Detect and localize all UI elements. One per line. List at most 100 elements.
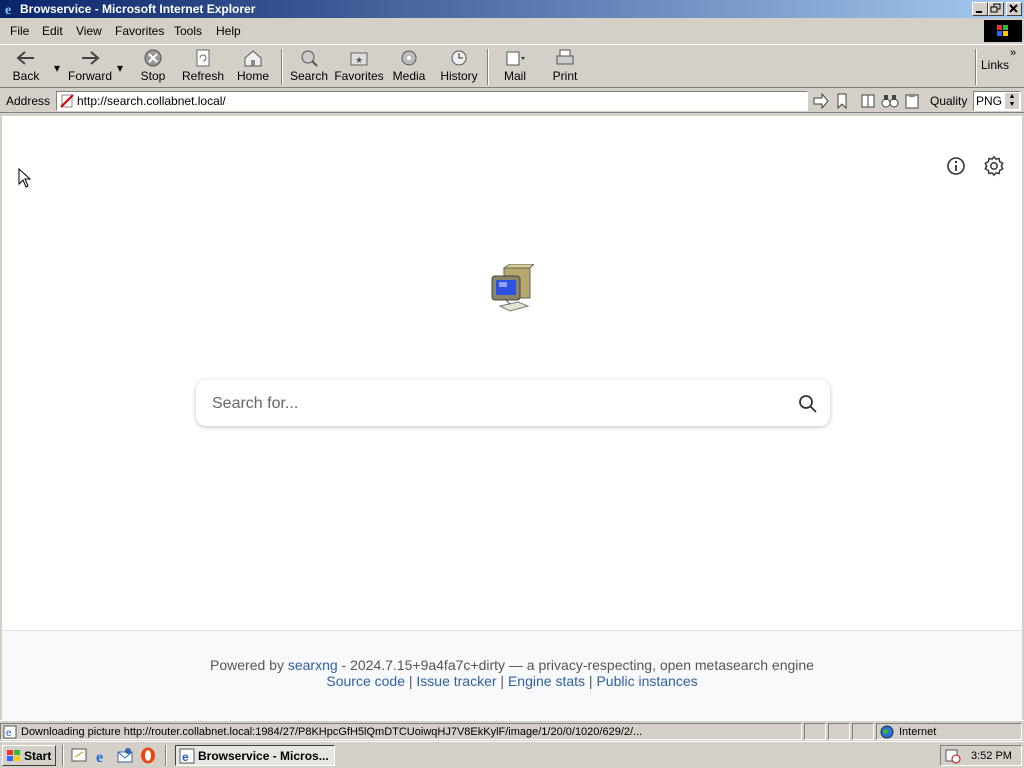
home-label: Home bbox=[236, 69, 269, 83]
toolbar-separator bbox=[975, 49, 977, 85]
opera-icon[interactable] bbox=[139, 747, 157, 764]
history-label: History bbox=[440, 69, 478, 83]
taskbar-separator bbox=[62, 745, 64, 766]
taskbar-window-button[interactable]: e Browservice - Micros... bbox=[175, 745, 335, 766]
show-desktop-icon[interactable] bbox=[70, 747, 88, 764]
menu-file[interactable]: File bbox=[10, 24, 29, 38]
toolbar-separator bbox=[487, 49, 489, 85]
windows-flag-icon bbox=[7, 750, 20, 761]
footer-separator: | bbox=[404, 673, 417, 689]
status-panel bbox=[852, 723, 874, 740]
print-label: Print bbox=[552, 69, 578, 83]
searxng-link[interactable]: searxng bbox=[288, 657, 338, 673]
refresh-icon bbox=[196, 49, 210, 67]
mail-label: Mail bbox=[503, 69, 526, 83]
menu-tools[interactable]: Tools bbox=[174, 24, 202, 38]
menu-bar: File Edit View Favorites Tools Help bbox=[0, 20, 1024, 42]
forward-dropdown-icon[interactable]: ▾ bbox=[117, 61, 123, 75]
title-bar[interactable]: e Browservice - Microsoft Internet Explo… bbox=[0, 0, 1024, 18]
forward-label: Forward bbox=[67, 69, 112, 83]
computer-logo-icon bbox=[491, 264, 534, 312]
menu-edit[interactable]: Edit bbox=[42, 24, 63, 38]
go-arrow-icon[interactable] bbox=[812, 93, 830, 109]
address-input[interactable]: http://search.collabnet.local/ bbox=[56, 91, 808, 111]
print-button[interactable]: Print bbox=[546, 47, 584, 87]
info-icon[interactable] bbox=[946, 156, 966, 176]
history-clock-icon bbox=[451, 50, 467, 66]
media-button[interactable]: Media bbox=[390, 47, 428, 87]
start-label: Start bbox=[24, 749, 52, 763]
svg-text:e: e bbox=[182, 750, 189, 764]
favorites-label: Favorites bbox=[334, 69, 384, 83]
media-label: Media bbox=[392, 69, 426, 83]
home-button[interactable]: Home bbox=[234, 47, 272, 87]
forward-arrow-icon bbox=[82, 51, 100, 65]
minimize-button[interactable] bbox=[972, 2, 988, 16]
back-dropdown-icon[interactable]: ▾ bbox=[54, 61, 60, 75]
taskbar-separator bbox=[165, 745, 167, 766]
search-icon[interactable] bbox=[798, 394, 818, 414]
public-instances-link[interactable]: Public instances bbox=[596, 673, 697, 689]
zone-text: Internet bbox=[899, 726, 937, 738]
toolbar: Back ▾ Forward ▾ Stop Refresh Home Searc… bbox=[0, 44, 1024, 88]
bookmark-icon[interactable] bbox=[836, 93, 848, 109]
address-url: http://search.collabnet.local/ bbox=[77, 94, 226, 108]
media-icon bbox=[401, 50, 417, 66]
restore-button[interactable] bbox=[988, 2, 1004, 16]
issue-tracker-link[interactable]: Issue tracker bbox=[416, 673, 496, 689]
stop-button[interactable]: Stop bbox=[134, 47, 172, 87]
search-globe-icon bbox=[301, 50, 318, 67]
clipboard-icon[interactable] bbox=[904, 93, 920, 109]
mail-icon bbox=[506, 51, 525, 66]
printer-icon bbox=[556, 49, 574, 65]
clock[interactable]: 3:52 PM bbox=[971, 750, 1012, 762]
stop-icon bbox=[144, 49, 162, 67]
outlook-express-icon[interactable] bbox=[116, 747, 134, 764]
search-button[interactable]: Search bbox=[288, 47, 330, 87]
footer-separator: | bbox=[496, 673, 508, 689]
chevron-more-icon[interactable]: » bbox=[1010, 47, 1016, 59]
svg-text:★: ★ bbox=[355, 55, 363, 65]
mouse-cursor-icon bbox=[18, 168, 32, 188]
status-text: Downloading picture http://router.collab… bbox=[21, 726, 643, 738]
windows-logo-icon bbox=[984, 20, 1022, 42]
search-box bbox=[196, 380, 830, 426]
search-input[interactable] bbox=[210, 392, 784, 416]
search-label: Search bbox=[289, 69, 329, 83]
ie-logo-icon: e bbox=[5, 3, 11, 17]
quality-spinner-icon[interactable]: ▲ ▼ bbox=[1005, 93, 1019, 109]
window-title: Browservice - Microsoft Internet Explore… bbox=[20, 2, 256, 16]
settings-gear-icon[interactable] bbox=[983, 155, 1005, 177]
toolbar-separator bbox=[281, 49, 283, 85]
book-icon[interactable] bbox=[860, 93, 876, 109]
favorites-button[interactable]: ★ Favorites bbox=[334, 47, 384, 87]
history-button[interactable]: History bbox=[438, 47, 480, 87]
menu-favorites[interactable]: Favorites bbox=[115, 24, 164, 38]
menu-view[interactable]: View bbox=[76, 24, 102, 38]
source-code-link[interactable]: Source code bbox=[326, 673, 405, 689]
quality-select[interactable]: PNG ▲ ▼ bbox=[973, 91, 1021, 111]
links-button[interactable]: Links bbox=[981, 58, 1009, 72]
forward-button[interactable]: Forward bbox=[66, 47, 114, 87]
back-label: Back bbox=[12, 69, 40, 83]
back-arrow-icon bbox=[16, 51, 34, 65]
status-panel: e Downloading picture http://router.coll… bbox=[0, 723, 802, 740]
close-button[interactable] bbox=[1006, 2, 1022, 16]
powered-by-text: Powered by bbox=[210, 657, 284, 673]
page-content: Powered by searxng - 2024.7.15+9a4fa7c+d… bbox=[2, 116, 1022, 720]
menu-help[interactable]: Help bbox=[216, 24, 241, 38]
refresh-button[interactable]: Refresh bbox=[180, 47, 226, 87]
quality-value: PNG bbox=[976, 94, 1003, 108]
back-button[interactable]: Back bbox=[6, 47, 46, 87]
footer-separator: | bbox=[585, 673, 597, 689]
scheduler-icon[interactable] bbox=[945, 748, 961, 764]
start-button[interactable]: Start bbox=[2, 745, 56, 766]
binoculars-icon[interactable] bbox=[881, 93, 899, 109]
engine-stats-link[interactable]: Engine stats bbox=[508, 673, 585, 689]
status-panel bbox=[804, 723, 826, 740]
taskbar-window-label: Browservice - Micros... bbox=[198, 749, 329, 763]
mail-button[interactable]: Mail bbox=[496, 47, 534, 87]
page-icon bbox=[60, 94, 74, 108]
address-label: Address bbox=[6, 94, 51, 108]
ie-quicklaunch-icon[interactable]: e bbox=[93, 747, 111, 764]
